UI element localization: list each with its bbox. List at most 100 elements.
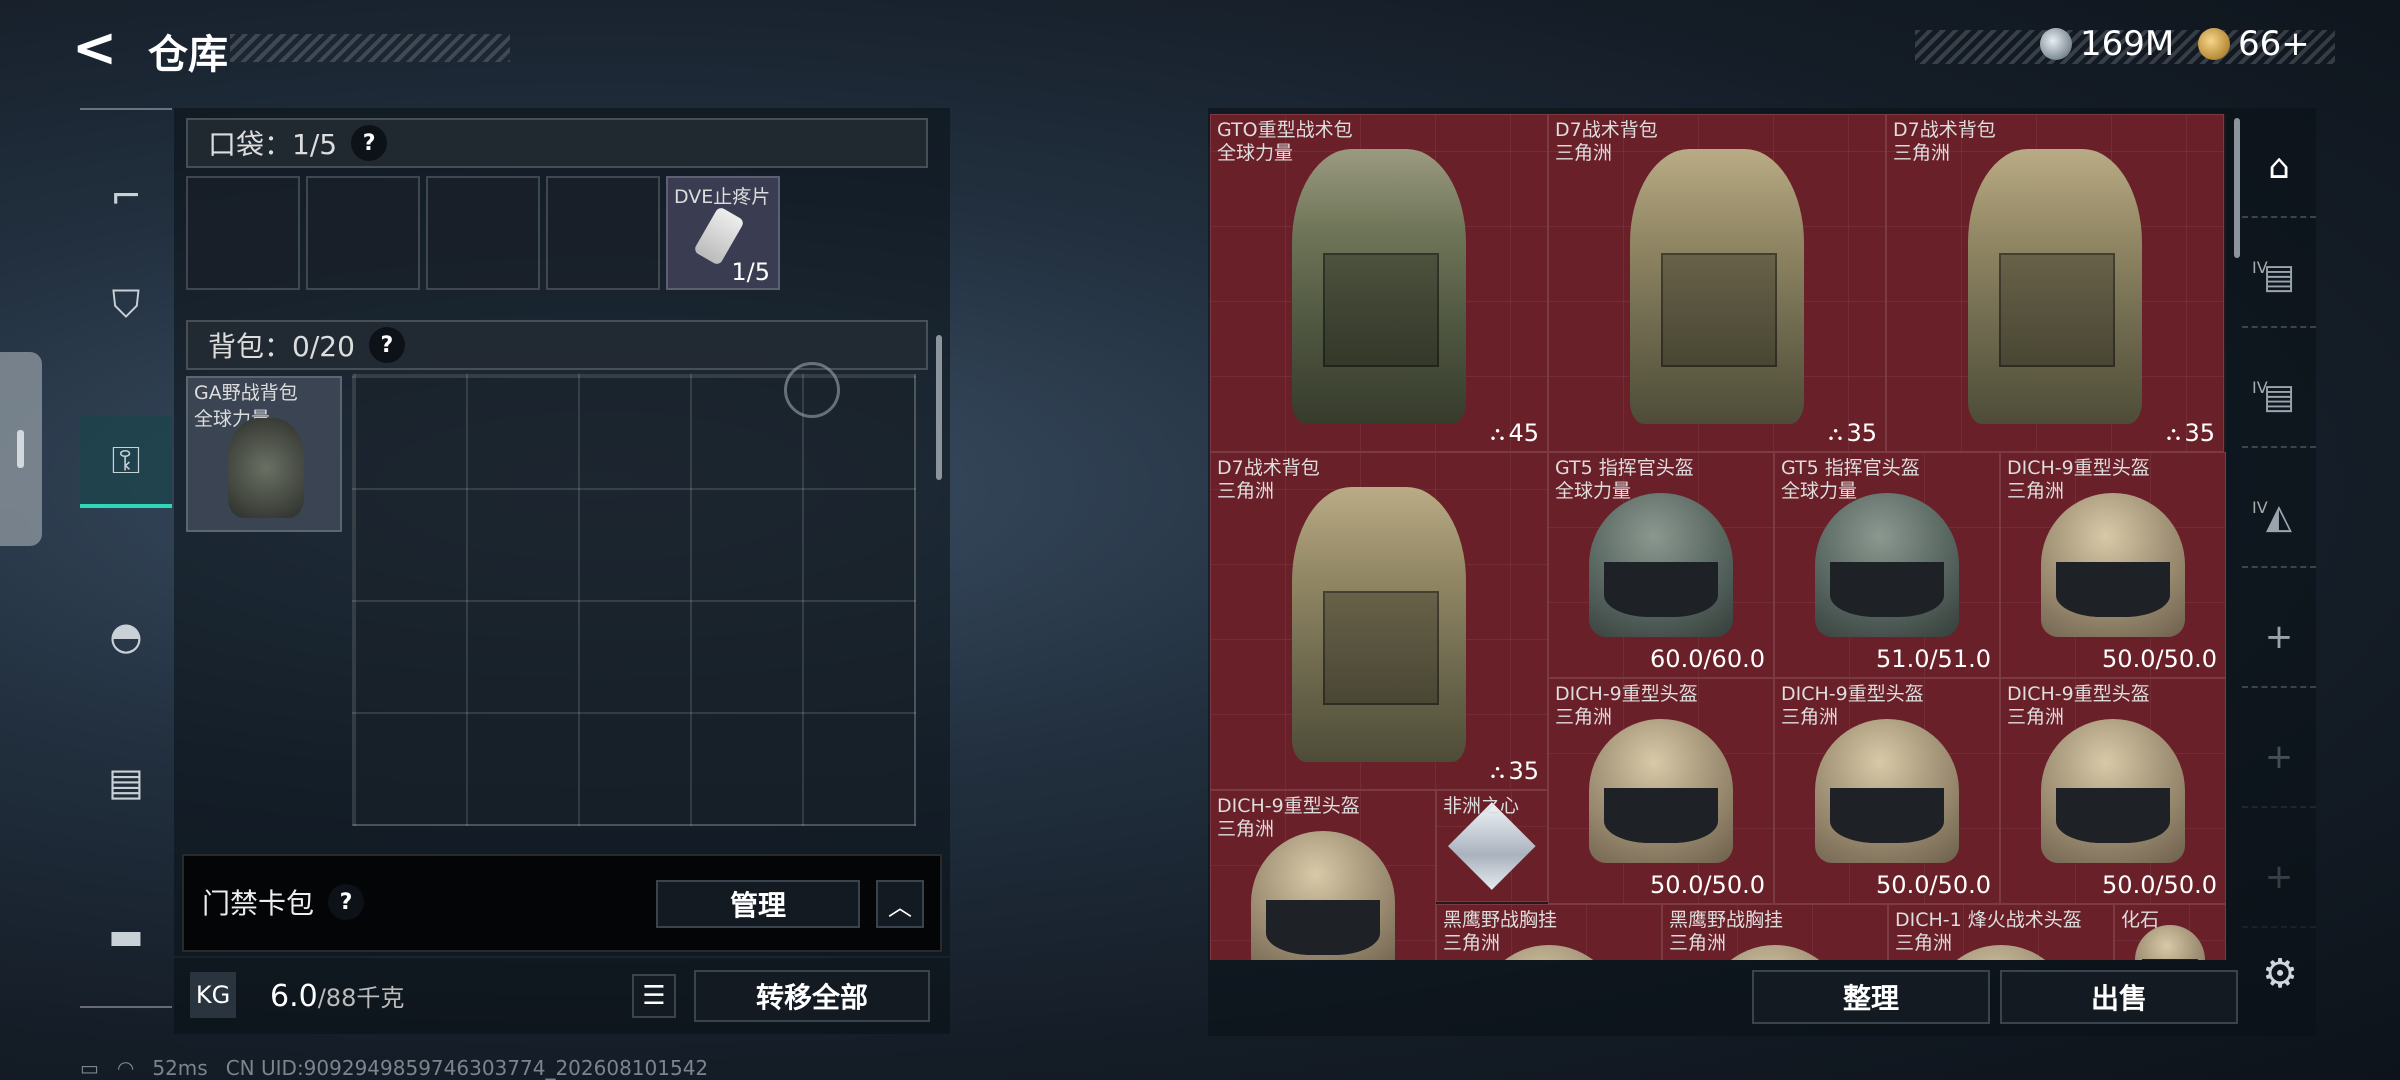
vest-icon[interactable]: ⛉ [80, 258, 172, 350]
item-label: 黑鹰野战胸挂 三角洲 [1669, 909, 1783, 955]
gun-icon[interactable]: ⌐ [80, 150, 172, 242]
stash-item[interactable]: DICH-9重型头盔 三角洲 [1210, 790, 1436, 960]
item-value-text: 50.0/50.0 [1876, 871, 1991, 899]
stash-item[interactable]: DICH-9重型头盔 三角洲 50.0/50.0 [1774, 678, 2000, 904]
weight-icon: KG [190, 972, 236, 1018]
stash-item[interactable]: 化石 [2114, 904, 2226, 960]
capacity-icon: ⛬ [1490, 759, 1505, 783]
stash-item[interactable]: D7战术背包 三角洲 ⛬ 35 [1210, 452, 1548, 790]
stash-grid[interactable]: GTO重型战术包 全球力量 ⛬ 45 D7战术背包 三角洲 ⛬ 35 D7战术背包 三角洲 ⛬ 35 D… [1210, 114, 2226, 960]
stash-item[interactable]: 黑鹰野战胸挂 三角洲 [1436, 904, 1662, 960]
item-value-text: 35 [2184, 419, 2215, 447]
stash-tab-1[interactable]: IV ▤ [2242, 228, 2316, 328]
item-value-text: 35 [1508, 757, 1539, 785]
stash-item[interactable]: DICH-1 烽火战术头盔 三角洲 [1888, 904, 2114, 960]
item-label: DICH-9重型头盔 三角洲 [1555, 683, 1698, 729]
stash-item[interactable]: D7战术背包 三角洲 ⛬ 35 [1548, 114, 1886, 452]
stash-tab-3[interactable]: IV ◭ [2242, 468, 2316, 568]
scrollbar[interactable] [936, 335, 942, 480]
transfer-all-button[interactable]: 转移全部 [694, 970, 930, 1022]
title-decoration [230, 34, 510, 62]
pocket-slot[interactable] [426, 176, 540, 290]
stash-item[interactable]: DICH-9重型头盔 三角洲 50.0/50.0 [2000, 678, 2226, 904]
item-name: DICH-9重型头盔 [2007, 683, 2150, 705]
scrollbar[interactable] [2234, 118, 2240, 258]
stash-tab-add[interactable]: + [2242, 828, 2316, 928]
keycard-label: 门禁卡包 [202, 887, 315, 920]
item-value: 50.0/50.0 [1650, 871, 1765, 899]
collapse-icon[interactable]: ︿ [876, 880, 924, 928]
page-title: 仓库 [148, 32, 228, 78]
item-value-text: 50.0/50.0 [1650, 871, 1765, 899]
stash-tab-level: IV [2252, 378, 2268, 397]
help-icon[interactable]: ? [368, 327, 405, 363]
item-label: DICH-1 烽火战术头盔 三角洲 [1895, 909, 2082, 955]
stash-item[interactable]: D7战术背包 三角洲 ⛬ 35 [1886, 114, 2224, 452]
chest-rig-icon[interactable]: ▤ [80, 736, 172, 828]
item-name: DICH-9重型头盔 [2007, 457, 2150, 479]
stash-item[interactable]: DICH-9重型头盔 三角洲 50.0/50.0 [1548, 678, 1774, 904]
side-drawer-handle[interactable] [0, 352, 42, 546]
stash-item[interactable]: GTO重型战术包 全球力量 ⛬ 45 [1210, 114, 1548, 452]
stash-item[interactable]: 黑鹰野战胸挂 三角洲 [1662, 904, 1888, 960]
helmet-image [1815, 719, 1959, 863]
pocket-item-painkiller[interactable]: DVE止疼片 1/5 [666, 176, 780, 290]
manage-button[interactable]: 管理 [656, 880, 860, 928]
currency-silver[interactable]: 169M [2040, 24, 2174, 64]
battery-icon: ▭ [80, 1056, 99, 1080]
stash-tab-add[interactable]: + [2242, 708, 2316, 808]
stash-tab-level: IV [2252, 498, 2268, 517]
currency-gold[interactable]: 66+ [2198, 24, 2310, 64]
item-label: D7战术背包 三角洲 [1893, 119, 1996, 165]
item-label: DICH-9重型头盔 三角洲 [2007, 457, 2150, 503]
capacity-icon: ⛬ [1490, 421, 1505, 445]
stash-tab-2[interactable]: IV ▤ [2242, 348, 2316, 448]
equipped-backpack[interactable]: GA野战背包 全球力量 [186, 376, 342, 532]
item-name: GT5 指挥官头盔 [1781, 457, 1920, 479]
crosshair-icon [784, 362, 840, 418]
pocket-header: 口袋：1/5 ? [186, 118, 928, 168]
item-name: D7战术背包 [1217, 457, 1320, 479]
pocket-slot[interactable] [306, 176, 420, 290]
help-icon[interactable]: ? [351, 125, 388, 161]
item-tag: 三角洲 [1555, 142, 1613, 164]
item-value: 50.0/50.0 [1876, 871, 1991, 899]
currency-silver-value: 169M [2080, 24, 2175, 64]
item-tag: 三角洲 [1443, 932, 1501, 954]
stash-tab-add[interactable]: + [2242, 588, 2316, 688]
back-arrow-icon[interactable]: < [72, 18, 132, 78]
stash-item[interactable]: DICH-9重型头盔 三角洲 50.0/50.0 [2000, 452, 2226, 678]
pocket-slot[interactable] [186, 176, 300, 290]
backpack-image [228, 418, 304, 518]
stash-item[interactable]: 非洲之心 [1436, 790, 1548, 902]
item-tag: 全球力量 [1217, 142, 1294, 164]
list-icon[interactable]: ☰ [632, 974, 676, 1018]
item-value: ⛬ 35 [2166, 419, 2215, 447]
bag-image [1291, 486, 1467, 763]
item-value-text: 50.0/50.0 [2102, 645, 2217, 673]
case-icon[interactable]: ▬ [80, 890, 172, 982]
gear-icon[interactable]: ⚙ [2258, 951, 2302, 997]
pocket-slot[interactable] [546, 176, 660, 290]
currency-gold-value: 66+ [2238, 24, 2310, 64]
stash-item[interactable]: GT5 指挥官头盔 全球力量 51.0/51.0 [1774, 452, 2000, 678]
item-label: 化石 [2121, 909, 2159, 932]
stash-item[interactable]: GT5 指挥官头盔 全球力量 60.0/60.0 [1548, 452, 1774, 678]
item-tag: 三角洲 [2007, 706, 2065, 728]
sell-button[interactable]: 出售 [2000, 970, 2238, 1024]
keycard-label-row: 门禁卡包 ? [202, 882, 365, 922]
stash-tab-main[interactable]: ⌂ [2242, 118, 2316, 218]
organize-button[interactable]: 整理 [1752, 970, 1990, 1024]
backpack-grid[interactable] [352, 374, 916, 826]
item-value: 50.0/50.0 [2102, 871, 2217, 899]
item-name: DICH-1 烽火战术头盔 [1895, 909, 2082, 931]
help-icon[interactable]: ? [328, 884, 365, 920]
silver-coin-icon [2040, 28, 2072, 60]
item-value: ⛬ 35 [1828, 419, 1877, 447]
top-bar: < 仓库 169M 66+ [0, 0, 2400, 100]
helmet-icon[interactable]: ◓ [80, 590, 172, 682]
item-name: D7战术背包 [1555, 119, 1658, 141]
weight-readout: 6.0/88千克 [270, 978, 404, 1014]
backpack-icon[interactable]: ⚿ [80, 416, 172, 508]
capacity-icon: ⛬ [2166, 421, 2181, 445]
